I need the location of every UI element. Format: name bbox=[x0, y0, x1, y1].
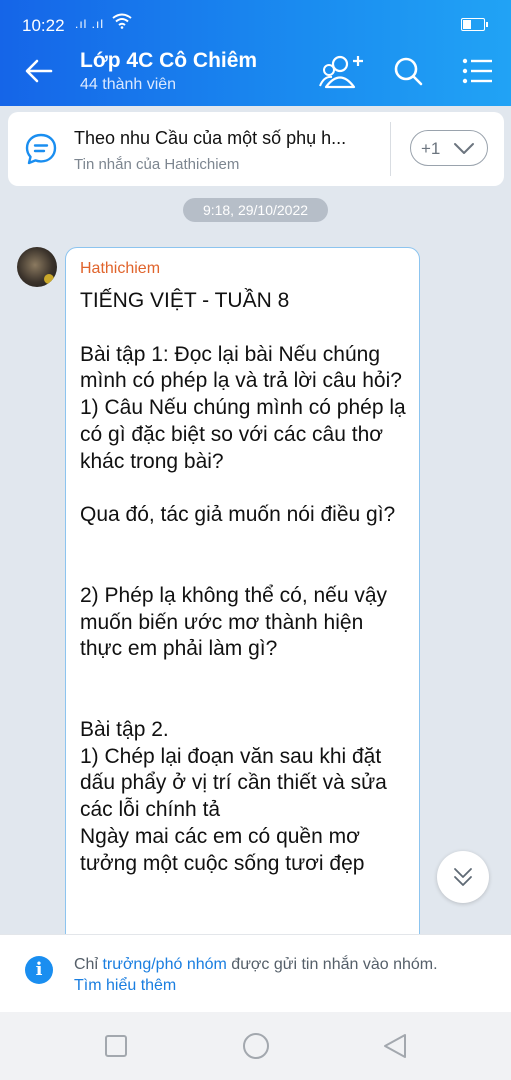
menu-list-icon[interactable] bbox=[462, 58, 492, 84]
triangle-nav-icon[interactable] bbox=[382, 1032, 408, 1060]
group-title[interactable]: Lớp 4C Cô Chiêm bbox=[80, 49, 257, 73]
square-nav-icon[interactable] bbox=[104, 1034, 128, 1058]
divider bbox=[390, 122, 391, 176]
timestamp-pill: 9:18, 29/10/2022 bbox=[183, 198, 328, 222]
chevron-down-icon bbox=[454, 143, 474, 154]
scroll-to-bottom-button[interactable] bbox=[437, 851, 489, 903]
notice-text: Chỉ trưởng/phó nhóm được gửi tin nhắn và… bbox=[74, 956, 438, 973]
wifi-icon bbox=[112, 13, 132, 29]
circle-nav-icon[interactable] bbox=[241, 1031, 271, 1061]
status-bar: 10:22 .ıl .ıl bbox=[0, 0, 511, 38]
sender-name[interactable]: Hathichiem bbox=[80, 260, 160, 278]
pinned-subtitle: Tin nhắn của Hathichiem bbox=[74, 156, 240, 173]
signal-icon: .ıl .ıl bbox=[75, 17, 105, 31]
avatar[interactable] bbox=[17, 247, 57, 287]
chat-header: Lớp 4C Cô Chiêm 44 thành viên bbox=[0, 38, 511, 106]
pinned-count: +1 bbox=[421, 139, 441, 158]
learn-more-link[interactable]: Tìm hiểu thêm bbox=[74, 977, 176, 995]
message-text: TIẾNG VIỆT - TUẦN 8 Bài tập 1: Đọc lại b… bbox=[80, 289, 406, 875]
status-time: 10:22 bbox=[22, 16, 65, 35]
send-restriction-notice: i Chỉ trưởng/phó nhóm được gửi tin nhắn … bbox=[0, 934, 511, 1013]
admin-link[interactable]: trưởng/phó nhóm bbox=[102, 956, 226, 973]
pinned-message[interactable]: Theo nhu Cầu của một số phụ h... Tin nhắ… bbox=[8, 112, 504, 186]
double-chevron-down-icon bbox=[454, 868, 472, 886]
top-bar: 10:22 .ıl .ıl Lớp 4C Cô Chiêm 44 thành v… bbox=[0, 0, 511, 106]
add-member-icon[interactable] bbox=[318, 54, 366, 90]
expand-pinned-button[interactable]: +1 bbox=[410, 130, 488, 166]
chat-bubble-icon bbox=[25, 133, 57, 165]
info-icon: i bbox=[25, 956, 53, 984]
system-nav-bar bbox=[0, 1012, 511, 1080]
member-count: 44 thành viên bbox=[80, 76, 177, 93]
pinned-title: Theo nhu Cầu của một số phụ h... bbox=[74, 128, 347, 148]
message-bubble[interactable]: Hathichiem TIẾNG VIỆT - TUẦN 8 Bài tập 1… bbox=[65, 247, 420, 967]
back-arrow-icon[interactable] bbox=[24, 56, 54, 86]
search-icon[interactable] bbox=[393, 56, 423, 86]
battery-icon bbox=[461, 18, 488, 31]
